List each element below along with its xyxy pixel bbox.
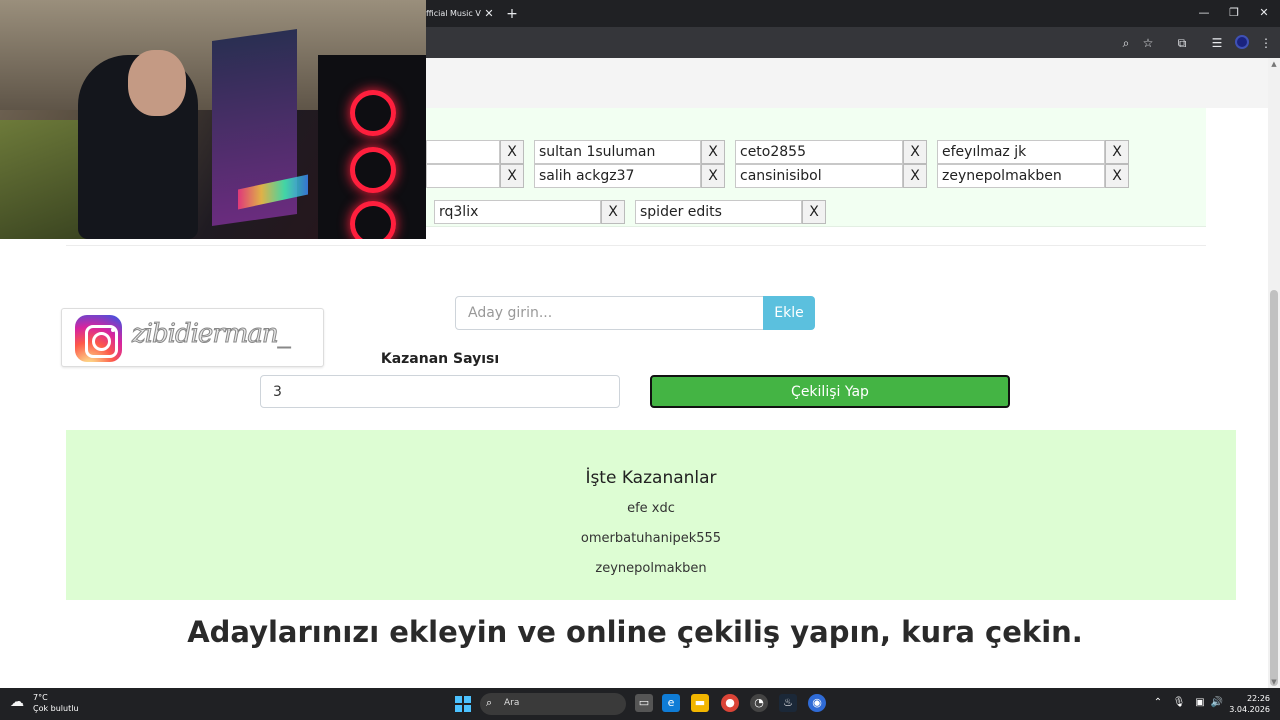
remove-candidate-button[interactable]: X xyxy=(1105,140,1129,164)
task-view-icon[interactable]: ▭ xyxy=(635,694,653,712)
scroll-thumb[interactable] xyxy=(1270,290,1278,686)
taskbar-search[interactable] xyxy=(480,693,626,715)
candidate-name: zeynepolmakben xyxy=(937,164,1105,188)
reading-list-icon[interactable]: ☰ xyxy=(1208,34,1226,52)
remove-candidate-button[interactable]: X xyxy=(802,200,826,224)
winners-panel: İşte Kazananlar efe xdc omerbatuhanipek5… xyxy=(66,430,1236,600)
taskbar-search-placeholder: Ara xyxy=(504,698,520,708)
window-close-icon[interactable]: ✕ xyxy=(1254,4,1274,22)
clock-time[interactable]: 22:26 xyxy=(1240,694,1270,703)
candidate-item: X xyxy=(426,164,524,188)
draw-button[interactable]: Çekilişi Yap xyxy=(650,375,1010,408)
candidate-name: efeyılmaz jk xyxy=(937,140,1105,164)
search-icon: ⌕ xyxy=(486,696,493,709)
add-candidate-button[interactable]: Ekle xyxy=(763,296,815,330)
candidate-item: sultan 1suluman X xyxy=(534,140,726,164)
candidate-name: spider edits xyxy=(635,200,802,224)
candidate-item: ceto2855 X xyxy=(735,140,928,164)
instagram-icon xyxy=(75,315,122,362)
pc-fan xyxy=(350,147,396,193)
remove-candidate-button[interactable]: X xyxy=(500,164,524,188)
app-icon-blue[interactable]: ◉ xyxy=(808,694,826,712)
candidate-name: salih ackgz37 xyxy=(534,164,701,188)
weather-cloud-icon[interactable]: ☁ xyxy=(10,694,30,710)
app-icon[interactable]: ◔ xyxy=(750,694,768,712)
pc-fan xyxy=(350,201,396,239)
remove-candidate-button[interactable]: X xyxy=(903,140,927,164)
remove-candidate-button[interactable]: X xyxy=(701,164,725,188)
candidate-input[interactable] xyxy=(455,296,764,330)
candidate-name: ceto2855 xyxy=(735,140,903,164)
new-tab-icon[interactable]: + xyxy=(504,4,520,24)
instagram-handle: zibidierman_ xyxy=(132,319,292,350)
clock-date[interactable]: 3.04.2026 xyxy=(1220,705,1270,714)
winners-title: İşte Kazananlar xyxy=(585,468,717,488)
weather-temperature[interactable]: 7°C xyxy=(33,693,48,702)
candidate-item: spider edits X xyxy=(635,200,827,224)
candidate-item: X xyxy=(426,140,524,164)
candidate-name: cansinisibol xyxy=(735,164,903,188)
remove-candidate-button[interactable]: X xyxy=(1105,164,1129,188)
candidate-item: cansinisibol X xyxy=(735,164,928,188)
remove-candidate-button[interactable]: X xyxy=(701,140,725,164)
zoom-icon[interactable]: ⌕ xyxy=(1117,34,1135,52)
candidate-name xyxy=(426,140,500,164)
extensions-icon[interactable]: ⧉ xyxy=(1173,34,1191,52)
winner-item: efe xdc xyxy=(627,501,675,516)
candidate-name: sultan 1suluman xyxy=(534,140,701,164)
scroll-up-icon[interactable]: ▲ xyxy=(1268,58,1280,70)
network-icon[interactable]: ▣ xyxy=(1193,696,1207,710)
maximize-icon[interactable]: ❐ xyxy=(1224,4,1244,22)
page-headline: Adaylarınızı ekleyin ve online çekiliş y… xyxy=(187,615,1083,649)
more-menu-icon[interactable]: ⋮ xyxy=(1257,34,1275,52)
tray-overflow-icon[interactable]: ⌃ xyxy=(1151,696,1165,710)
tab-close-icon[interactable]: ✕ xyxy=(482,4,496,24)
candidate-item: efeyılmaz jk X xyxy=(937,140,1129,164)
candidate-name: rq3lix xyxy=(434,200,601,224)
webcam-pc-case xyxy=(318,55,426,239)
section-divider xyxy=(66,245,1206,246)
pc-fan xyxy=(350,90,396,136)
microphone-icon[interactable]: 🎙 xyxy=(1172,696,1186,710)
steam-icon[interactable]: ♨ xyxy=(779,694,797,712)
minimize-icon[interactable]: — xyxy=(1194,4,1214,22)
winner-item: zeynepolmakben xyxy=(595,561,707,576)
candidate-name xyxy=(426,164,500,188)
candidate-item: salih ackgz37 X xyxy=(534,164,726,188)
windows-start-icon[interactable] xyxy=(455,696,471,712)
remove-candidate-button[interactable]: X xyxy=(500,140,524,164)
winner-count-input[interactable] xyxy=(260,375,620,408)
candidate-item: rq3lix X xyxy=(434,200,626,224)
winner-count-label: Kazanan Sayısı xyxy=(380,351,500,367)
webcam-overlay xyxy=(0,0,426,239)
remove-candidate-button[interactable]: X xyxy=(601,200,625,224)
chrome-icon[interactable]: ● xyxy=(721,694,739,712)
weather-condition[interactable]: Çok bulutlu xyxy=(33,704,79,713)
bookmark-star-icon[interactable]: ☆ xyxy=(1139,34,1157,52)
webcam-sofa xyxy=(0,120,90,239)
webcam-person-head xyxy=(128,50,186,116)
edge-icon[interactable]: e xyxy=(662,694,680,712)
page-header-band xyxy=(426,58,1268,108)
remove-candidate-button[interactable]: X xyxy=(903,164,927,188)
profile-avatar[interactable] xyxy=(1235,35,1249,49)
candidate-item: zeynepolmakben X xyxy=(937,164,1129,188)
scroll-down-icon[interactable]: ▼ xyxy=(1268,676,1280,688)
page-scrollbar[interactable]: ▲ ▼ xyxy=(1268,58,1280,688)
winner-item: omerbatuhanipek555 xyxy=(580,531,722,546)
file-explorer-icon[interactable]: ▬ xyxy=(691,694,709,712)
